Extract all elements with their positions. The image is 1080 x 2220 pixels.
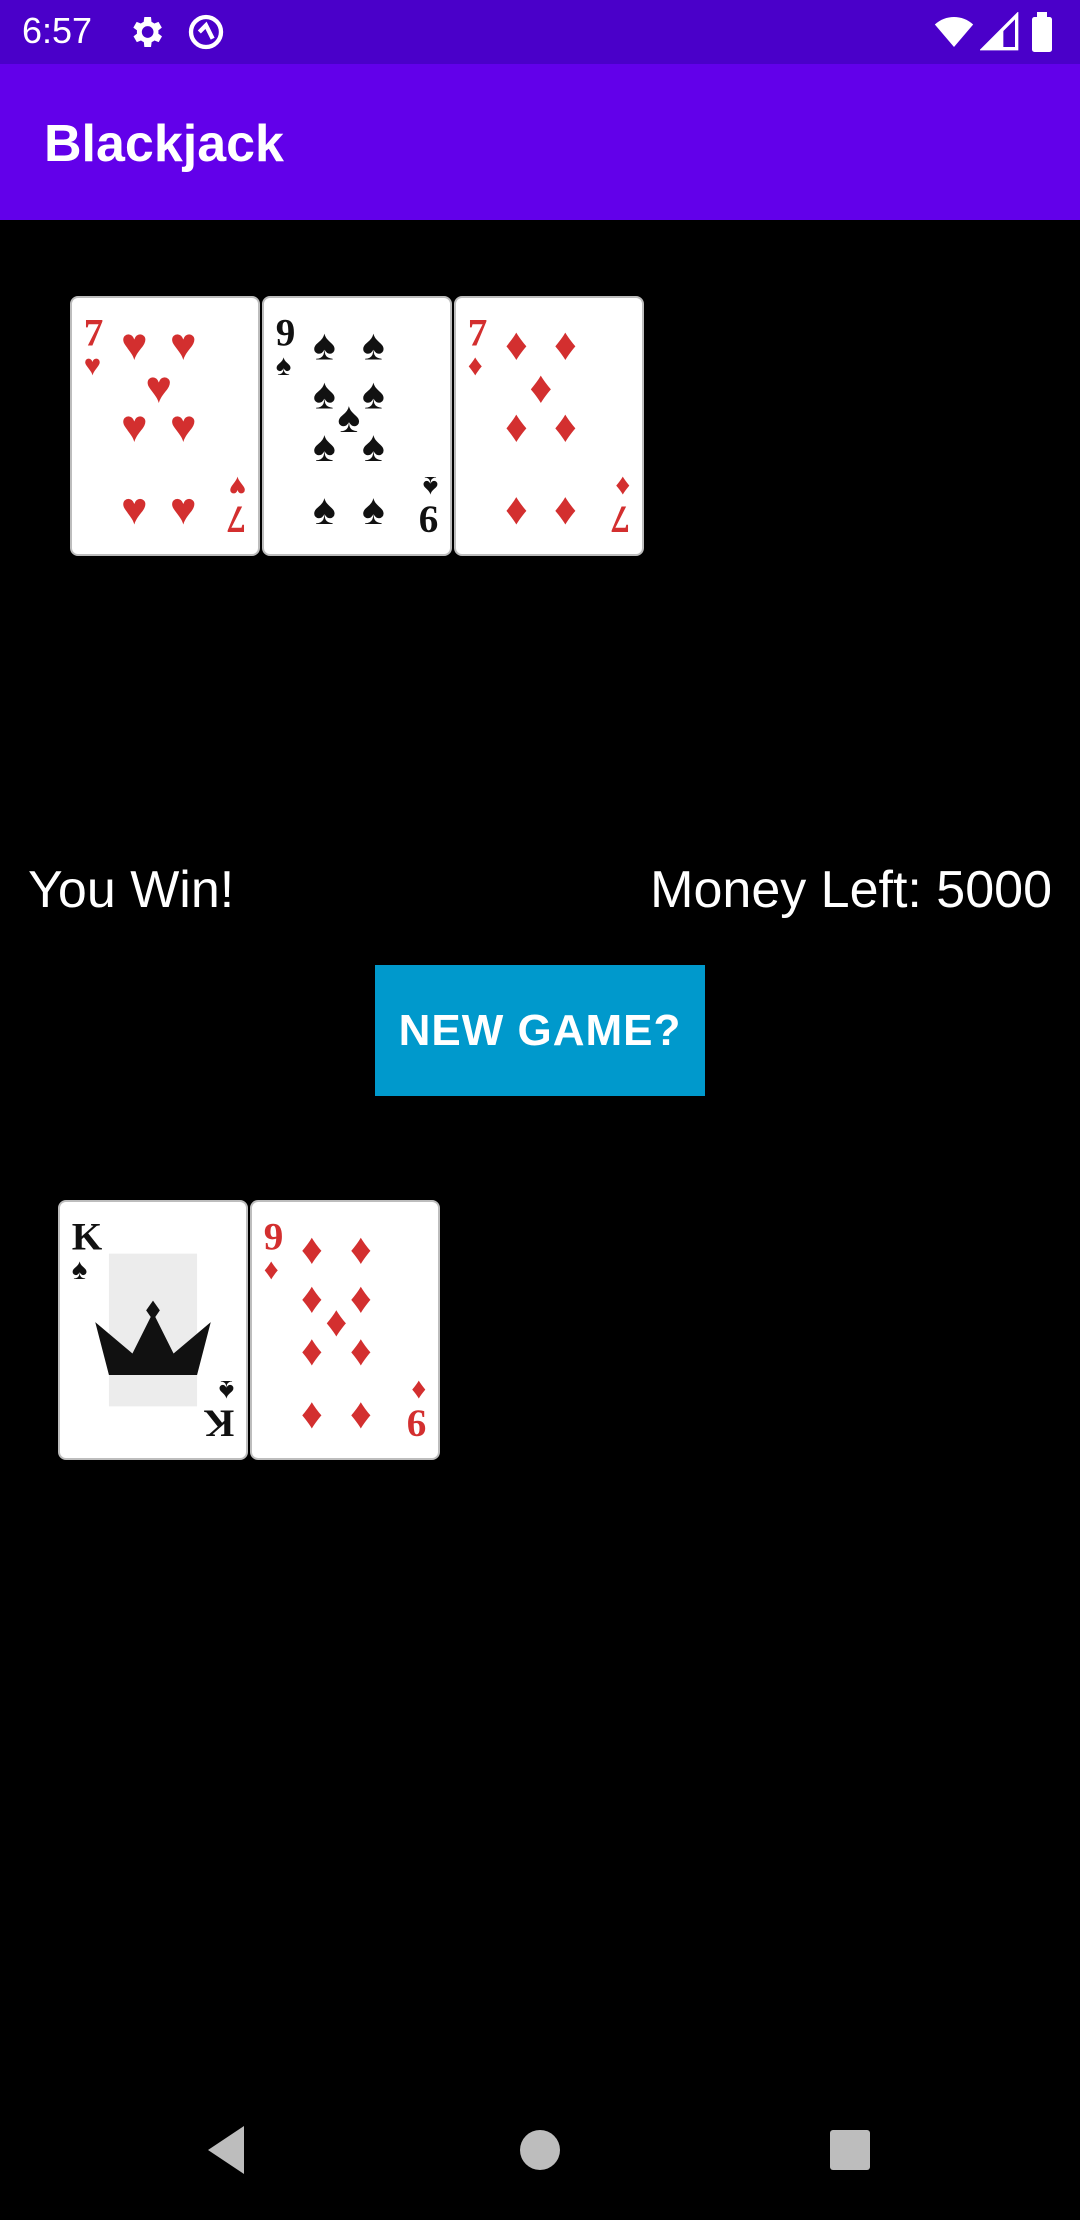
recents-icon[interactable] [820, 2120, 880, 2180]
svg-text:♥: ♥ [170, 401, 197, 452]
svg-text:♦: ♦ [505, 318, 528, 369]
status-time: 6:57 [22, 10, 93, 51]
svg-text:♦: ♦ [554, 318, 577, 369]
dealer-card-1: 7 ♥ ♥ ♥ ♥ ♥ ♥ ♥ ♥ 7 ♥ [70, 296, 260, 556]
svg-text:♦: ♦ [468, 349, 483, 382]
battery-icon [1030, 12, 1058, 52]
svg-text:♦: ♦ [529, 362, 552, 413]
svg-text:♠: ♠ [362, 370, 385, 418]
svg-text:♠: ♠ [337, 394, 360, 442]
svg-text:♦: ♦ [350, 1390, 372, 1438]
svg-text:♦: ♦ [350, 1327, 372, 1375]
svg-text:♦: ♦ [325, 1298, 347, 1346]
home-icon[interactable] [510, 2120, 570, 2180]
signal-icon [979, 11, 1020, 52]
svg-text:♦: ♦ [350, 1274, 372, 1322]
wifi-icon [934, 12, 974, 52]
svg-text:♦: ♦ [264, 1253, 279, 1286]
svg-text:♦: ♦ [301, 1327, 323, 1375]
dealer-card-3: 7 ♦ ♦ ♦ ♦ ♦ ♦ ♦ ♦ 7 ♦ [454, 296, 644, 556]
result-text: You Win! [28, 861, 235, 919]
app-title: Blackjack [44, 115, 284, 173]
money-left-text: Money Left: 5000 [650, 861, 1052, 919]
player-card-2: 9 ♦ ♦ ♦ ♦ ♦ ♦ ♦ ♦ ♦ ♦ 9 ♦ [250, 1200, 440, 1460]
svg-text:♦: ♦ [615, 470, 630, 503]
svg-text:♠: ♠ [362, 423, 385, 471]
svg-text:♠: ♠ [313, 370, 336, 418]
svg-text:♥: ♥ [170, 318, 197, 369]
svg-text:♦: ♦ [411, 1374, 426, 1407]
svg-text:♥: ♥ [121, 318, 148, 369]
svg-text:♦: ♦ [350, 1225, 372, 1273]
svg-text:♥: ♥ [145, 362, 172, 413]
app-bar: Blackjack [0, 64, 1080, 220]
svg-text:♠: ♠ [313, 321, 336, 369]
svg-text:♠: ♠ [362, 486, 385, 534]
svg-text:♦: ♦ [554, 483, 577, 534]
gear-icon [126, 12, 166, 52]
svg-text:♠: ♠ [423, 470, 439, 503]
svg-text:♦: ♦ [554, 401, 577, 452]
svg-text:♠: ♠ [313, 486, 336, 534]
svg-text:♦: ♦ [301, 1274, 323, 1322]
back-icon[interactable] [196, 2120, 256, 2180]
svg-text:♥: ♥ [229, 470, 246, 503]
at-sign-icon [186, 12, 226, 52]
svg-text:♦: ♦ [505, 483, 528, 534]
new-game-button[interactable]: NEW GAME? [375, 965, 705, 1096]
svg-text:♠: ♠ [313, 423, 336, 471]
svg-text:♥: ♥ [121, 401, 148, 452]
svg-text:♥: ♥ [170, 483, 197, 534]
svg-text:♦: ♦ [301, 1390, 323, 1438]
svg-text:♠: ♠ [276, 349, 292, 382]
player-card-1: K ♠ K ♠ [58, 1200, 248, 1460]
svg-text:♠: ♠ [72, 1253, 88, 1286]
svg-text:♠: ♠ [219, 1374, 235, 1407]
dealer-card-2: 9 ♠ ♠ ♠ ♠ ♠ ♠ ♠ ♠ ♠ ♠ 9 ♠ [262, 296, 452, 556]
svg-text:♠: ♠ [362, 321, 385, 369]
svg-text:♦: ♦ [505, 401, 528, 452]
svg-text:♥: ♥ [84, 349, 101, 382]
svg-text:♦: ♦ [301, 1225, 323, 1273]
navigation-bar [0, 2080, 1080, 2220]
svg-text:♥: ♥ [121, 483, 148, 534]
status-bar: 6:57 [0, 0, 1080, 64]
